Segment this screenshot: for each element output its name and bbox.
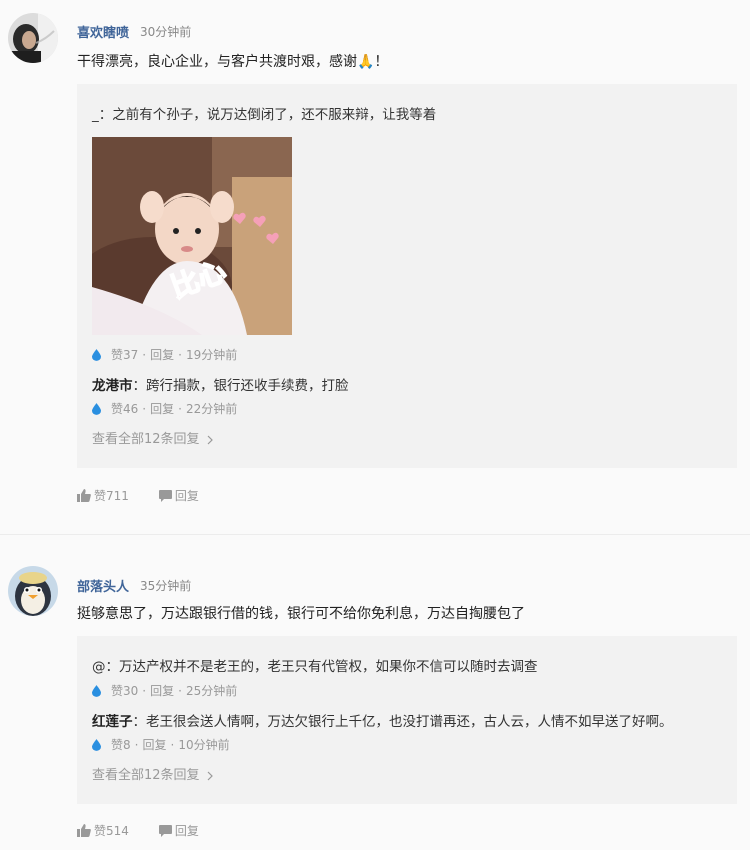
reply-button[interactable]: 回复 <box>150 346 174 363</box>
reply-likes[interactable]: 赞30 <box>111 682 138 699</box>
baby-gif-image[interactable]: 比心 <box>92 137 292 335</box>
separator: · <box>178 401 182 416</box>
reply-button[interactable]: 回复 <box>158 487 199 504</box>
reply-meta: 赞46 · 回复 · 22分钟前 <box>92 400 237 417</box>
reply-button[interactable]: 回复 <box>142 736 166 753</box>
comment-text: 干得漂亮，良心企业，与客户共渡时艰，感谢🙏！ <box>77 54 389 70</box>
reply-author[interactable]: 红莲子 <box>92 714 133 730</box>
chevron-right-icon <box>207 435 213 444</box>
reply-likes[interactable]: 赞8 <box>111 736 131 753</box>
reply-time: 19分钟前 <box>185 348 238 362</box>
comment-icon <box>158 824 172 837</box>
reply-meta: 赞37 · 回复 · 19分钟前 <box>92 346 237 363</box>
like-button[interactable]: 赞514 <box>77 822 129 839</box>
reply-button[interactable]: 回复 <box>150 682 174 699</box>
reply-time: 25分钟前 <box>185 684 238 698</box>
reply-text: 龙港市：跨行捐款，银行还收手续费，打脸 <box>92 374 349 394</box>
separator: · <box>142 347 147 362</box>
drop-icon <box>92 402 101 415</box>
thumbs-up-icon <box>77 824 91 837</box>
view-all-replies-link[interactable]: 查看全部12条回复 <box>92 764 214 783</box>
comment-time: 35分钟前 <box>140 579 192 593</box>
comment-text: 挺够意思了，万达跟银行借的钱，银行可不给你免利息，万达自掏腰包了 <box>77 606 525 622</box>
drop-icon <box>92 684 101 697</box>
separator: · <box>142 683 147 698</box>
drop-icon <box>92 738 101 751</box>
reply-meta: 赞30 · 回复 · 25分钟前 <box>92 682 237 699</box>
comment-actions: 赞514 回复 <box>77 822 229 839</box>
reply-author[interactable]: 龙港市 <box>92 378 133 394</box>
user-avatar[interactable] <box>8 566 58 616</box>
reply-content: ：老王很会送人情啊，万达欠银行上千亿，也没打谱再还，古人云，人情不如早送了好啊。 <box>132 714 673 730</box>
separator: · <box>134 737 139 752</box>
divider <box>0 534 750 535</box>
reply-meta: 赞8 · 回复 · 10分钟前 <box>92 736 230 753</box>
reply-text: 红莲子：老王很会送人情啊，万达欠银行上千亿，也没打谱再还，古人云，人情不如早送了… <box>92 710 673 730</box>
reply-likes[interactable]: 赞37 <box>111 346 138 363</box>
reply-text: _：之前有个孙子，说万达倒闭了，还不服来辩，让我等着 <box>92 107 437 123</box>
reply-text: @：万达产权并不是老王的，老王只有代管权，如果你不信可以随时去调查 <box>92 659 538 675</box>
separator: · <box>142 401 147 416</box>
reply-likes[interactable]: 赞46 <box>111 400 138 417</box>
reply-time: 22分钟前 <box>185 402 238 416</box>
comment-time: 30分钟前 <box>140 25 192 39</box>
drop-icon <box>92 348 101 361</box>
chevron-right-icon <box>207 771 213 780</box>
comment-actions: 赞711 回复 <box>77 487 229 504</box>
reply-box: _：之前有个孙子，说万达倒闭了，还不服来辩，让我等着 比心 赞37 · 回复 ·… <box>77 84 737 468</box>
separator: · <box>178 347 182 362</box>
username[interactable]: 喜欢瞎喷 <box>77 22 129 41</box>
like-button[interactable]: 赞711 <box>77 487 129 504</box>
separator: · <box>178 683 182 698</box>
reply-content: ：跨行捐款，银行还收手续费，打脸 <box>132 378 349 394</box>
reply-button[interactable]: 回复 <box>158 822 199 839</box>
reply-button[interactable]: 回复 <box>150 400 174 417</box>
thumbs-up-icon <box>77 489 91 502</box>
reply-box: @：万达产权并不是老王的，老王只有代管权，如果你不信可以随时去调查 赞30 · … <box>77 636 737 804</box>
separator: · <box>170 737 175 752</box>
view-all-replies-link[interactable]: 查看全部12条回复 <box>92 428 214 447</box>
user-avatar[interactable] <box>8 13 58 63</box>
reply-time: 10分钟前 <box>178 738 230 752</box>
comment-icon <box>158 489 172 502</box>
username[interactable]: 部落头人 <box>77 576 129 595</box>
